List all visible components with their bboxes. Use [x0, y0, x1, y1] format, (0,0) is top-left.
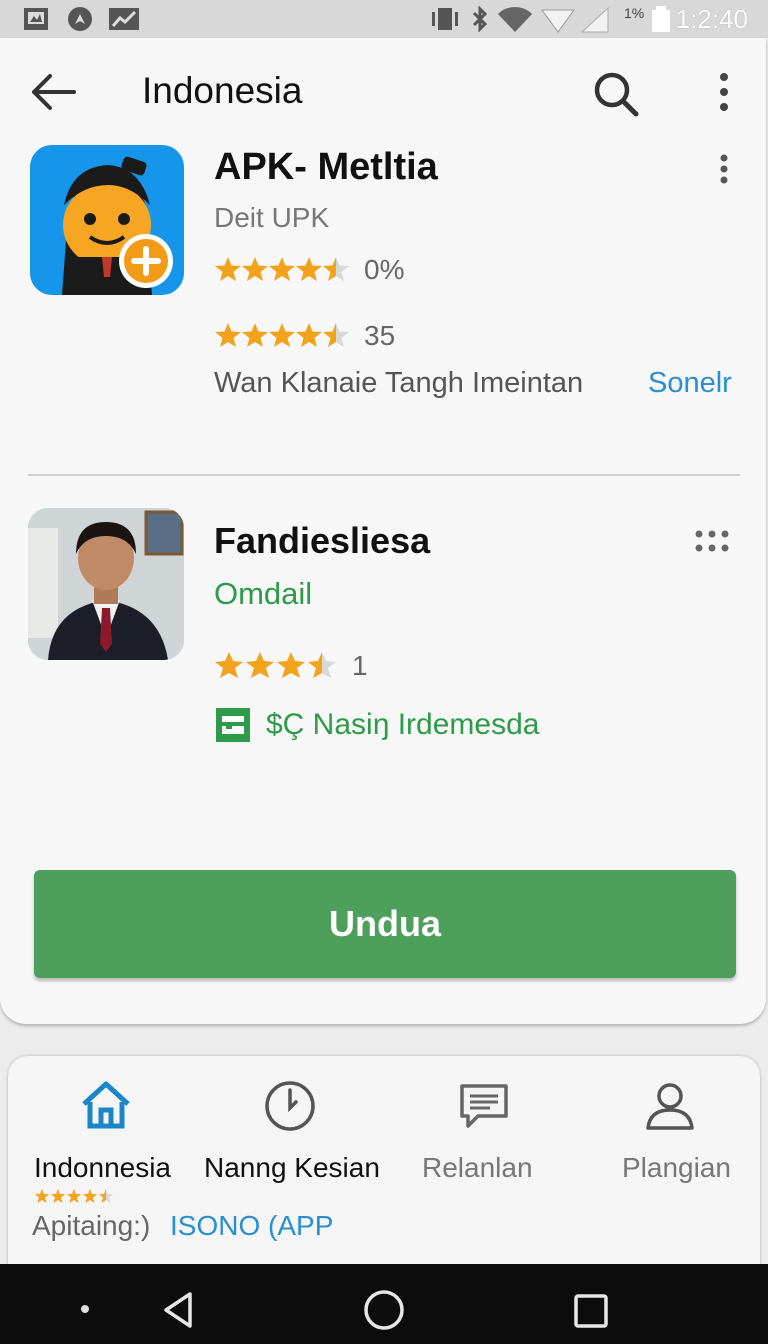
app-title[interactable]: APK- Metltia	[214, 146, 438, 189]
chat-icon[interactable]	[456, 1078, 512, 1134]
home-circle-icon[interactable]	[362, 1288, 406, 1332]
card-badge-icon	[216, 708, 250, 742]
mini-stars-icon	[35, 1189, 113, 1203]
wifi-icon	[498, 6, 532, 32]
rating-value: 1	[352, 650, 368, 681]
nav-label-profile[interactable]: Plangian	[622, 1152, 731, 1184]
more-options-icon[interactable]	[694, 528, 730, 556]
nav-label-home[interactable]: Indonnesia	[34, 1152, 171, 1184]
clock-icon[interactable]	[262, 1078, 318, 1134]
app-subtitle[interactable]: Omdail	[214, 576, 312, 612]
person-photo-icon	[28, 508, 184, 660]
search-icon[interactable]	[592, 70, 640, 118]
battery-icon	[652, 6, 670, 32]
signal-icon	[541, 9, 575, 33]
status-bar: 1% 1:2:40	[0, 0, 768, 38]
page-title: Indonesia	[142, 70, 303, 111]
nav-label-clock[interactable]: Nanng Kesian	[204, 1152, 380, 1184]
home-icon[interactable]	[78, 1078, 134, 1134]
app-tag: $Ç Nasiŋ Irdemesda	[214, 706, 539, 744]
star-rating	[214, 650, 338, 682]
app-title[interactable]: Fandiesliesa	[214, 520, 430, 562]
mascot-icon	[62, 156, 173, 295]
compass-notification-icon	[68, 7, 92, 31]
stars-icon	[215, 257, 349, 281]
bluetooth-icon	[472, 6, 488, 32]
profile-photo[interactable]	[28, 508, 184, 660]
app-description: Wan Klanaie Tangh Imeintan	[214, 367, 584, 399]
overflow-menu-icon[interactable]	[712, 72, 736, 112]
back-arrow-icon[interactable]	[28, 72, 78, 112]
stars-icon	[215, 323, 349, 347]
clock-time: 1:2:40	[675, 4, 748, 34]
rating-value: 35	[364, 320, 396, 351]
app-menu-icon[interactable]	[714, 153, 734, 185]
footer-link[interactable]: ISONO (APP	[170, 1210, 333, 1242]
rating-row: 35	[214, 320, 395, 352]
gallery-notification-icon	[24, 8, 48, 30]
vibrate-icon	[432, 8, 458, 30]
back-triangle-icon[interactable]	[160, 1290, 196, 1330]
cell-signal-icon	[580, 6, 609, 33]
app-developer[interactable]: Deit UPK	[214, 202, 329, 234]
rating-row: 0%	[214, 254, 404, 286]
divider	[28, 474, 740, 476]
app-icon[interactable]	[30, 145, 184, 295]
app-tag-text: $Ç Nasiŋ Irdemesda	[266, 708, 540, 741]
star-rating	[214, 321, 350, 351]
person-icon[interactable]	[642, 1078, 698, 1134]
rating-row: 1	[214, 650, 368, 682]
install-button[interactable]: Undua	[34, 870, 736, 978]
stars-icon	[215, 652, 336, 678]
battery-percent: 1%	[624, 5, 645, 21]
nav-label-chat[interactable]: Relanlan	[422, 1152, 533, 1184]
rating-value: 0%	[364, 254, 405, 285]
chart-notification-icon	[109, 8, 139, 30]
footer-text: Apitaing:)	[32, 1210, 151, 1241]
assist-dot-icon[interactable]	[78, 1302, 92, 1316]
recents-square-icon[interactable]	[572, 1292, 610, 1330]
app-more-link[interactable]: Sonelr	[648, 367, 732, 400]
star-rating	[214, 255, 350, 285]
